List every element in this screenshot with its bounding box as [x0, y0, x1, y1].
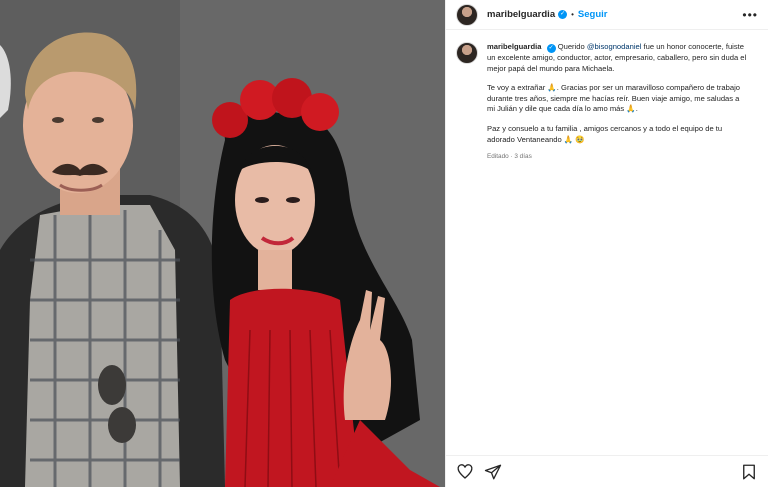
post-caption: maribelguardia ✓ Querido @bisognodaniel … — [446, 30, 768, 163]
paper-plane-icon[interactable] — [484, 463, 502, 481]
caption-text-start: Querido — [557, 42, 587, 51]
verified-badge-icon: ✓ — [558, 10, 568, 19]
post-header: maribelguardia ✓ • Seguir ••• — [446, 0, 768, 30]
verified-badge-icon: ✓ — [546, 44, 556, 53]
bookmark-icon[interactable] — [740, 463, 758, 481]
heart-icon[interactable] — [456, 463, 474, 481]
post-details-panel: maribelguardia ✓ • Seguir ••• maribelgua… — [445, 0, 768, 487]
caption-paragraph-1: maribelguardia ✓ Querido @bisognodaniel … — [487, 42, 747, 74]
caption-paragraph-2: Te voy a extrañar 🙏. Gracias por ser un … — [487, 83, 740, 114]
header-username[interactable]: maribelguardia — [487, 9, 555, 20]
caption-username[interactable]: maribelguardia — [487, 42, 541, 51]
caption-paragraph-3: Paz y consuelo a tu familia , amigos cer… — [487, 123, 723, 144]
mention-link[interactable]: @bisognodaniel — [587, 42, 642, 51]
more-options-icon[interactable]: ••• — [742, 8, 758, 22]
edited-timestamp: Editado · 3 días — [487, 153, 532, 161]
avatar[interactable] — [456, 3, 478, 26]
separator-dot: • — [571, 10, 574, 19]
post-photo[interactable] — [0, 0, 445, 487]
follow-button[interactable]: Seguir — [578, 9, 608, 20]
caption-avatar[interactable] — [456, 42, 478, 64]
post-actions — [446, 455, 768, 487]
post-image — [0, 0, 445, 487]
